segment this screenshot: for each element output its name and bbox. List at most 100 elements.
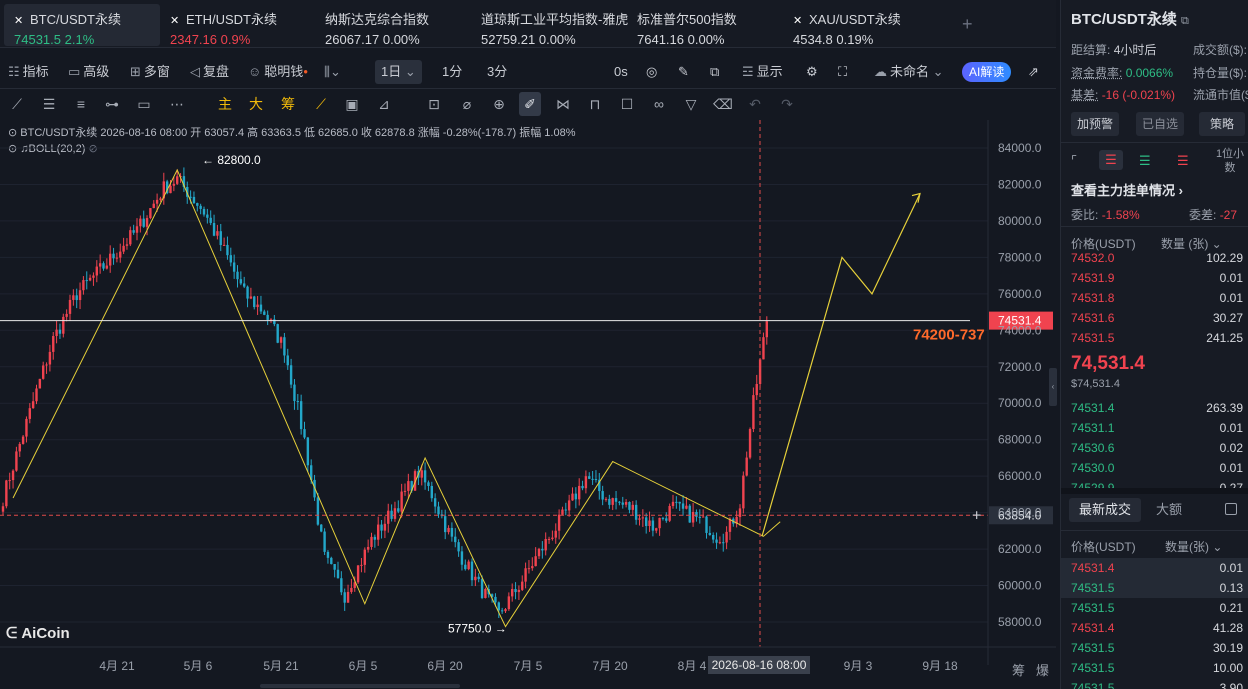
- note-icon[interactable]: ☐: [616, 92, 638, 116]
- more-icon[interactable]: ⋯: [166, 92, 188, 116]
- brush-icon[interactable]: ✐: [519, 92, 541, 116]
- trade-row: 74531.5 0.13: [1061, 578, 1248, 598]
- smart-money-button[interactable]: ☺ 聪明钱●: [248, 58, 308, 86]
- tool-main[interactable]: 主: [214, 92, 236, 116]
- ask-row[interactable]: 74531.5 241.25: [1061, 328, 1248, 348]
- candle-body: [102, 263, 105, 269]
- bid-row[interactable]: 74530.6 0.02: [1061, 438, 1248, 458]
- interval-3m-button[interactable]: 3分: [487, 58, 507, 86]
- tab-latest-trades[interactable]: 最新成交: [1069, 498, 1141, 522]
- ask-row[interactable]: 74532.0 102.29: [1061, 248, 1248, 268]
- ob-view-mixed-icon[interactable]: ⌜: [1071, 153, 1077, 169]
- candle-body: [95, 266, 98, 276]
- strategy-button[interactable]: 策略: [1199, 112, 1245, 136]
- bid-row[interactable]: 74531.1 0.01: [1061, 418, 1248, 438]
- indicators-button[interactable]: ☷ 指标: [8, 58, 49, 86]
- candle-body: [366, 546, 370, 550]
- zoom-icon[interactable]: ⊕: [488, 92, 510, 116]
- trash-icon[interactable]: ⌫: [712, 92, 734, 116]
- lock-icon[interactable]: ⊓: [584, 92, 606, 116]
- ask-row[interactable]: 74531.8 0.01: [1061, 288, 1248, 308]
- candle-body: [216, 231, 219, 236]
- ask-row[interactable]: 74531.9 0.01: [1061, 268, 1248, 288]
- copy-icon[interactable]: ⧉: [1181, 15, 1189, 27]
- candle-body: [62, 316, 65, 334]
- basis-label[interactable]: 基差:: [1071, 88, 1098, 102]
- advanced-button[interactable]: ▭ 高级: [68, 58, 109, 86]
- calc-icon[interactable]: ▣: [341, 92, 363, 116]
- parallel-lines-icon[interactable]: ≡: [70, 92, 92, 116]
- collapse-handle[interactable]: ‹: [1049, 368, 1057, 406]
- bid-row[interactable]: 74530.0 0.01: [1061, 458, 1248, 478]
- y-tick-label: 82000.0: [998, 177, 1042, 191]
- liquidation-footer-button[interactable]: 爆: [1036, 660, 1049, 679]
- camera-icon[interactable]: ◎: [646, 58, 657, 86]
- ob-view-asks-icon[interactable]: ☰: [1177, 153, 1189, 169]
- multi-window-button[interactable]: ⊞ 多窗: [130, 58, 170, 86]
- funding-label[interactable]: 资金费率:: [1071, 66, 1122, 80]
- ticker-price: 2347.16: [170, 32, 217, 47]
- filter-checkbox[interactable]: [1225, 503, 1237, 515]
- undo-icon[interactable]: ↶: [744, 92, 766, 116]
- chart-type-button[interactable]: ⫼⌄: [324, 58, 344, 86]
- ob-view-bids-icon[interactable]: ☰: [1139, 153, 1151, 169]
- display-button[interactable]: ☲ 显示: [742, 58, 783, 86]
- ask-row[interactable]: 74531.6 30.27: [1061, 308, 1248, 328]
- chips-footer-button[interactable]: 筹: [1012, 660, 1025, 679]
- ticker-tab-dow[interactable]: 道琼斯工业平均指数-雅虎 52759.21 0.00%: [471, 4, 631, 47]
- candle-body: [675, 501, 678, 503]
- price-chart[interactable]: ⊙ BTC/USDT永续 2026-08-16 08:00 开 63057.4 …: [0, 120, 1057, 689]
- candle-body: [578, 485, 581, 500]
- add-tab-button[interactable]: +: [962, 14, 973, 35]
- measure-icon[interactable]: ⊿: [373, 92, 395, 116]
- pencil-icon[interactable]: ✎: [678, 58, 689, 86]
- ob-view-both-icon[interactable]: ☰: [1099, 150, 1123, 170]
- tool-chips[interactable]: 筹: [277, 92, 299, 116]
- layout-name-select[interactable]: ☁ 未命名 ⌄: [874, 58, 944, 86]
- filter-icon[interactable]: ▽: [680, 92, 702, 116]
- ticker-tab-btc[interactable]: ✕ BTC/USDT永续 74531.5 2.1%: [4, 4, 160, 47]
- share-icon[interactable]: ⇗: [1028, 58, 1039, 86]
- basis-row: 基差: -16 (-0.021%): [1071, 86, 1175, 103]
- tool-big[interactable]: 大: [245, 92, 267, 116]
- candle-body: [393, 508, 397, 519]
- bid-row[interactable]: 74531.4 263.39: [1061, 398, 1248, 418]
- precision-select[interactable]: 1位小数: [1213, 147, 1247, 175]
- ticker-tab-xau[interactable]: ✕ XAU/USDT永续 4534.8 0.19%: [783, 4, 933, 47]
- bookmark-icon[interactable]: ⊡: [423, 92, 445, 116]
- popout-icon[interactable]: ⧉: [710, 58, 719, 86]
- pattern-icon[interactable]: ⟋: [310, 92, 332, 116]
- depth-link[interactable]: 查看主力挂单情况 ›: [1071, 180, 1183, 199]
- add-alert-button[interactable]: 加预警: [1071, 112, 1119, 136]
- ticker-tab-nasdaq[interactable]: 纳斯达克综合指数 26067.17 0.00%: [315, 4, 465, 47]
- candle-body: [645, 517, 648, 527]
- ticker-tab-sp500[interactable]: 标准普尔500指数 7641.16 0.00%: [627, 4, 777, 47]
- ruler-icon[interactable]: ⌀: [456, 92, 478, 116]
- replay-button[interactable]: ◁ 复盘: [190, 58, 229, 86]
- rectangle-icon[interactable]: ▭: [133, 92, 155, 116]
- trade-qty: 41.28: [1212, 621, 1243, 635]
- interval-select[interactable]: 1日 ⌄: [375, 60, 422, 84]
- interval-1m-button[interactable]: 1分: [442, 58, 462, 86]
- ticker-tab-eth[interactable]: ✕ ETH/USDT永续 2347.16 0.9%: [160, 4, 310, 47]
- fullscreen-icon[interactable]: ⛶: [838, 58, 847, 86]
- tab-large-trades[interactable]: 大额: [1156, 498, 1182, 522]
- ai-interpret-button[interactable]: AI解读: [962, 62, 1012, 82]
- trendline-icon[interactable]: ⟋: [6, 92, 28, 116]
- volume-label: 成交额($):: [1193, 43, 1248, 57]
- chart-canvas[interactable]: 74531.474200-73763854.0+2026-08-16 08:00…: [0, 120, 1056, 689]
- horizontal-scrollbar[interactable]: [260, 684, 460, 688]
- link-icon[interactable]: ∞: [648, 92, 670, 116]
- candle-body: [122, 245, 125, 252]
- candle-body: [25, 418, 28, 437]
- chevron-down-icon: ⌄: [932, 64, 944, 79]
- horizontal-line-icon[interactable]: ⊶: [101, 92, 123, 116]
- bid-row[interactable]: 74529.9 0.27: [1061, 478, 1248, 488]
- redo-icon[interactable]: ↷: [776, 92, 798, 116]
- magnet-icon[interactable]: ⋈: [552, 92, 574, 116]
- candle-body: [35, 388, 38, 402]
- fib-icon[interactable]: ☰: [38, 92, 60, 116]
- settings-icon[interactable]: ⚙: [806, 58, 818, 86]
- candle-body: [631, 504, 634, 510]
- favorited-button[interactable]: 已自选: [1136, 112, 1184, 136]
